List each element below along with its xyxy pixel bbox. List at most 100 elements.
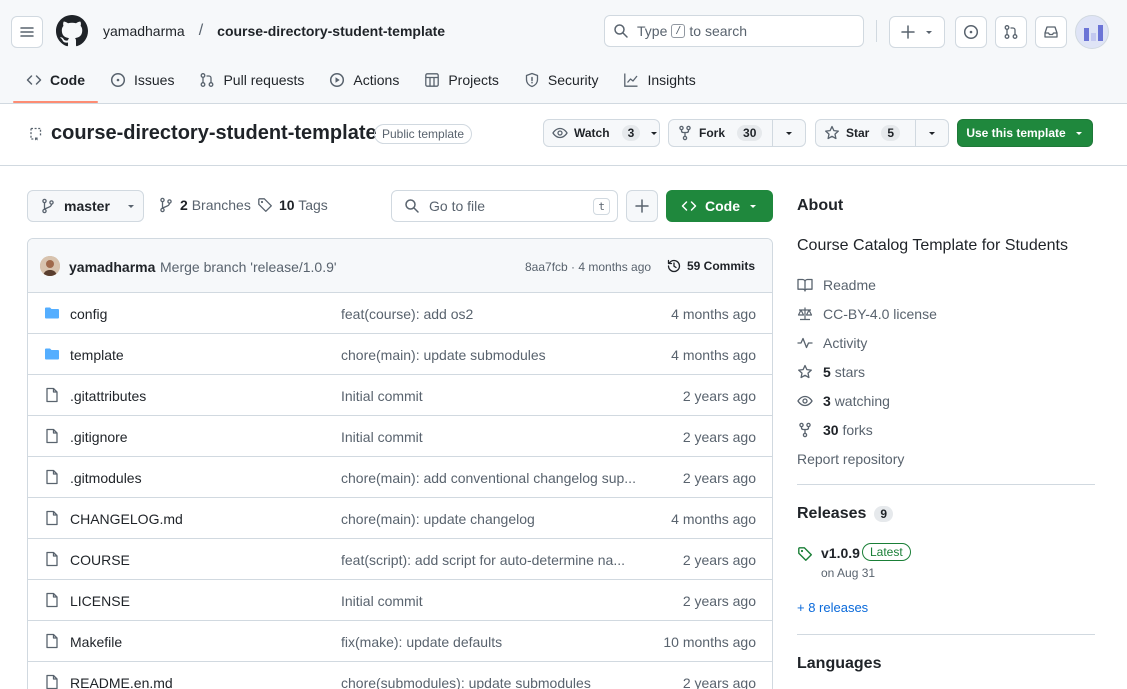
file-name[interactable]: Makefile — [70, 634, 122, 650]
release-version[interactable]: v1.0.9 — [821, 545, 860, 561]
play-icon — [330, 72, 345, 88]
hamburger-menu-button[interactable] — [11, 16, 43, 48]
pull-requests-button[interactable] — [995, 16, 1027, 48]
fork-main[interactable]: Fork 30 — [669, 120, 772, 146]
tab-actions[interactable]: Actions — [321, 64, 407, 96]
file-commit-message[interactable]: chore(main): add conventional changelog … — [341, 470, 641, 486]
repo-link[interactable]: course-directory-student-template — [217, 23, 445, 39]
tab-projects[interactable]: Projects — [416, 64, 507, 96]
branch-icon — [160, 197, 172, 213]
releases-heading[interactable]: Releases 9 — [797, 505, 894, 523]
activity-link[interactable]: Activity — [797, 335, 867, 351]
forks-link[interactable]: 30 forks — [797, 422, 873, 438]
search-input[interactable]: Type / to search — [604, 15, 864, 47]
file-commit-message[interactable]: Initial commit — [341, 429, 641, 445]
file-name[interactable]: .gitattributes — [70, 388, 146, 404]
file-commit-message[interactable]: feat(course): add os2 — [341, 306, 641, 322]
releases-title: Releases — [797, 505, 867, 522]
watch-main[interactable]: Watch 3 — [544, 120, 648, 146]
watch-button[interactable]: Watch 3 — [543, 119, 660, 147]
user-avatar[interactable] — [1075, 15, 1109, 49]
fork-icon — [799, 422, 811, 438]
plus-icon — [635, 199, 649, 213]
fork-dropdown[interactable] — [772, 120, 805, 146]
license-link[interactable]: CC-BY-4.0 license — [797, 306, 937, 322]
use-template-button[interactable]: Use this template — [957, 119, 1093, 147]
file-row[interactable]: template chore(main): update submodules … — [28, 334, 772, 375]
readme-link[interactable]: Readme — [797, 277, 876, 293]
tab-code[interactable]: Code — [13, 64, 98, 103]
file-commit-message[interactable]: Initial commit — [341, 388, 641, 404]
commit-message[interactable]: Merge branch 'release/1.0.9' — [160, 259, 337, 275]
file-name[interactable]: .gitmodules — [70, 470, 142, 486]
tags-count: 10 — [279, 197, 295, 213]
create-new-button[interactable] — [889, 16, 945, 48]
file-row[interactable]: LICENSE Initial commit 2 years ago — [28, 580, 772, 621]
file-name[interactable]: LICENSE — [70, 593, 130, 609]
report-repository-link[interactable]: Report repository — [797, 451, 904, 467]
commit-author[interactable]: yamadharma — [69, 259, 155, 275]
file-row[interactable]: .gitmodules chore(main): add conventiona… — [28, 457, 772, 498]
file-name[interactable]: template — [70, 347, 124, 363]
tab-pull-requests[interactable]: Pull requests — [191, 64, 312, 96]
github-logo-icon[interactable] — [56, 15, 88, 47]
star-button[interactable]: Star 5 — [815, 119, 949, 147]
file-name[interactable]: COURSE — [70, 552, 130, 568]
tags-link[interactable]: 10 Tags — [257, 197, 328, 213]
star-main[interactable]: Star 5 — [816, 120, 915, 146]
inbox-button[interactable] — [1035, 16, 1067, 48]
issues-button[interactable] — [955, 16, 987, 48]
pull-request-icon — [201, 73, 214, 87]
go-to-file-input[interactable]: Go to file t — [391, 190, 618, 222]
tab-insights[interactable]: Insights — [615, 64, 703, 96]
repo-title[interactable]: course-directory-student-template — [51, 122, 377, 145]
file-row[interactable]: config feat(course): add os2 4 months ag… — [28, 293, 772, 334]
branches-link[interactable]: 2 Branches — [158, 197, 251, 213]
file-row[interactable]: README.en.md chore(submodules): update s… — [28, 662, 772, 689]
watching-link[interactable]: 3 watching — [797, 393, 890, 409]
file-icon — [44, 633, 60, 649]
eye-icon — [552, 127, 568, 139]
star-count: 5 — [881, 125, 901, 141]
file-commit-message[interactable]: Initial commit — [341, 593, 641, 609]
fork-button[interactable]: Fork 30 — [668, 119, 806, 147]
more-releases-link[interactable]: + 8 releases — [797, 600, 868, 615]
file-date: 10 months ago — [663, 634, 756, 650]
file-row[interactable]: COURSE feat(script): add script for auto… — [28, 539, 772, 580]
caret-down-icon — [750, 205, 756, 208]
code-button[interactable]: Code — [666, 190, 773, 222]
file-table: yamadharma Merge branch 'release/1.0.9' … — [27, 238, 773, 689]
file-row[interactable]: CHANGELOG.md chore(main): update changel… — [28, 498, 772, 539]
file-name[interactable]: .gitignore — [70, 429, 128, 445]
commits-link[interactable]: 59 Commits — [666, 258, 755, 274]
commit-author-avatar[interactable] — [40, 256, 60, 276]
file-name[interactable]: config — [70, 306, 107, 322]
file-commit-message[interactable]: chore(main): update submodules — [341, 347, 641, 363]
fork-count: 30 — [737, 125, 763, 141]
branches-count: 2 — [180, 197, 188, 213]
commit-meta[interactable]: 8aa7fcb · 4 months ago — [525, 260, 651, 274]
file-commit-message[interactable]: feat(script): add script for auto-determ… — [341, 552, 641, 568]
global-header: yamadharma / course-directory-student-te… — [0, 0, 1127, 104]
file-date: 2 years ago — [682, 675, 756, 689]
file-date: 2 years ago — [682, 470, 756, 486]
owner-link[interactable]: yamadharma — [103, 23, 185, 39]
file-row[interactable]: .gitignore Initial commit 2 years ago — [28, 416, 772, 457]
watch-dropdown[interactable] — [648, 120, 659, 146]
tab-label: Actions — [353, 72, 400, 88]
tab-security[interactable]: Security — [516, 64, 607, 96]
branch-selector[interactable]: master — [27, 190, 144, 222]
tab-issues[interactable]: Issues — [102, 64, 182, 96]
file-commit-message[interactable]: chore(main): update changelog — [341, 511, 641, 527]
file-commit-message[interactable]: fix(make): update defaults — [341, 634, 641, 650]
stars-link[interactable]: 5 stars — [797, 364, 865, 380]
add-file-button[interactable] — [626, 190, 658, 222]
table-icon — [425, 73, 440, 87]
branch-icon — [42, 198, 54, 214]
file-name[interactable]: CHANGELOG.md — [70, 511, 183, 527]
file-commit-message[interactable]: chore(submodules): update submodules — [341, 675, 641, 689]
file-row[interactable]: .gitattributes Initial commit 2 years ag… — [28, 375, 772, 416]
file-row[interactable]: Makefile fix(make): update defaults 10 m… — [28, 621, 772, 662]
file-name[interactable]: README.en.md — [70, 675, 173, 689]
star-dropdown[interactable] — [915, 120, 948, 146]
